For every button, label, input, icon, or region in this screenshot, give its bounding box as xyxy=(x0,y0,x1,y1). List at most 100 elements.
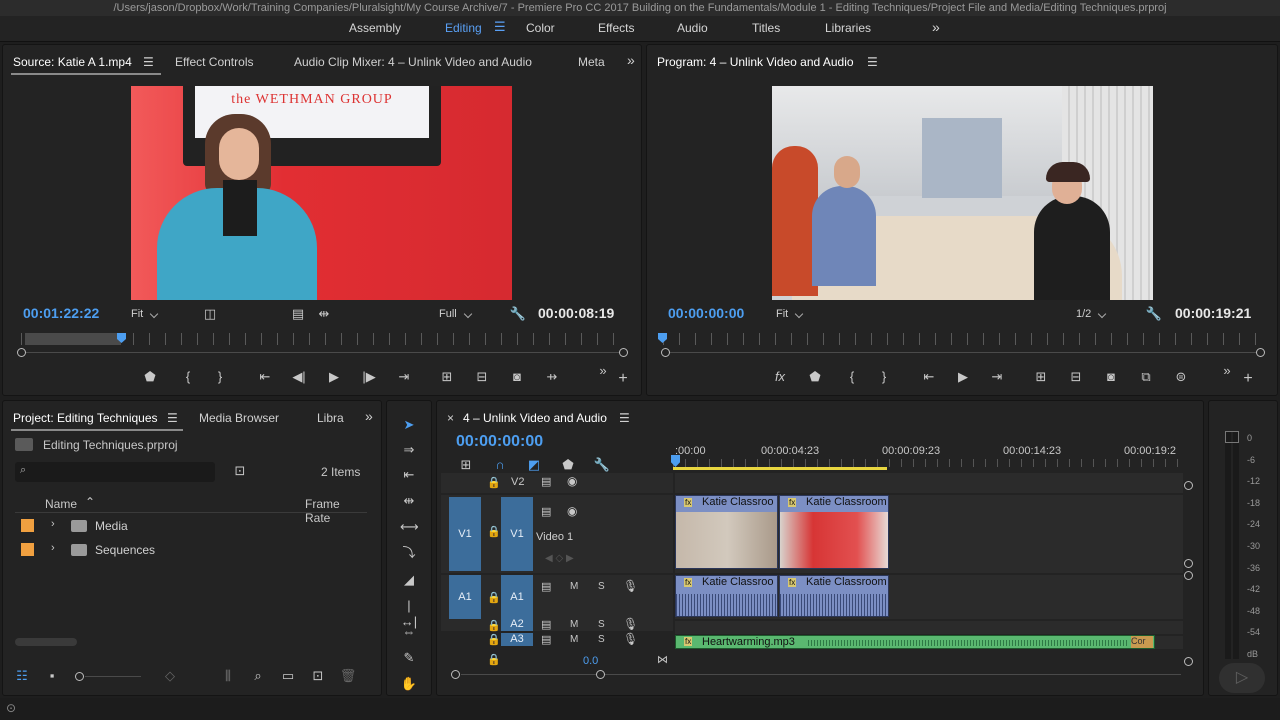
program-button-editor-plus-icon[interactable]: + xyxy=(1239,371,1257,387)
add-marker-icon[interactable]: ⬟ xyxy=(141,369,159,385)
disclosure-triangle-icon[interactable]: › xyxy=(51,518,55,530)
sort-icons-icon[interactable]: ◇ xyxy=(161,668,179,684)
program-resolution-dropdown[interactable]: 1/2 xyxy=(1076,308,1091,320)
timeline-current-timecode[interactable]: 00:00:00:00 xyxy=(456,433,543,451)
lock-icon[interactable]: 🔒 xyxy=(487,525,501,538)
toggle-output-eye-icon[interactable]: ◉ xyxy=(567,504,577,518)
tab-sequence[interactable]: 4 – Unlink Video and Audio xyxy=(463,411,607,425)
tab-metadata[interactable]: Meta xyxy=(578,55,605,69)
tab-source[interactable]: Source: Katie A 1.mp4 xyxy=(13,55,132,69)
timeline-zoom-bar[interactable] xyxy=(461,674,1181,675)
workspace-titles[interactable]: Titles xyxy=(752,21,780,35)
source-zoom-start-handle[interactable] xyxy=(17,348,26,357)
video-clip[interactable]: fx Katie Classroo xyxy=(675,495,778,569)
linked-selection-icon[interactable]: ◩ xyxy=(525,457,543,473)
timeline-close-icon[interactable]: × xyxy=(447,411,454,425)
track-area-a2[interactable] xyxy=(675,621,1183,634)
label-color-swatch[interactable] xyxy=(21,543,34,556)
go-to-in-icon[interactable]: ⇤ xyxy=(256,369,274,385)
project-tab-overflow-icon[interactable]: » xyxy=(365,408,373,424)
audio-clip[interactable]: fx Katie Classroom xyxy=(779,575,889,617)
program-zoom-start-handle[interactable] xyxy=(661,348,670,357)
rolling-edit-tool-icon[interactable]: ⇹ xyxy=(400,493,418,509)
fx-icon[interactable]: fx xyxy=(771,369,789,385)
source-video-frame[interactable]: the WETHMAN GROUP xyxy=(131,86,512,300)
project-horizontal-scrollbar[interactable] xyxy=(15,638,77,646)
safe-margins-icon[interactable]: ◫ xyxy=(201,306,219,322)
new-search-bin-icon[interactable]: ⊡ xyxy=(231,463,249,479)
tab-overflow-icon[interactable]: » xyxy=(627,52,635,68)
project-tab-menu-icon[interactable]: ☰ xyxy=(167,411,178,425)
extract-icon[interactable]: ⊟ xyxy=(1067,369,1085,385)
clip-indicator[interactable] xyxy=(1225,431,1239,443)
program-controls-overflow-icon[interactable]: » xyxy=(1218,363,1236,379)
voice-over-mic-icon[interactable]: 🎙 xyxy=(623,632,638,646)
automate-to-sequence-icon[interactable]: ⫼ xyxy=(219,668,237,684)
track-label-v2[interactable]: V2 xyxy=(511,476,524,488)
program-play-icon[interactable]: ▶ xyxy=(954,369,972,385)
audio-clip[interactable]: fx Katie Classroo xyxy=(675,575,778,617)
zoom-slider-track[interactable] xyxy=(85,676,141,677)
mark-out-icon[interactable]: } xyxy=(211,369,229,385)
source-resolution-dropdown[interactable]: Full xyxy=(439,308,457,320)
voice-over-mic-icon[interactable]: 🎙 xyxy=(623,617,638,631)
step-back-icon[interactable]: ◀| xyxy=(290,369,308,385)
sync-lock-icon[interactable]: ▤ xyxy=(541,475,551,488)
toggle-output-eye-icon[interactable]: ◉ xyxy=(567,474,577,488)
track-height-handle[interactable] xyxy=(1184,559,1193,568)
slide-tool-icon[interactable]: |↔| xyxy=(400,598,418,629)
controls-overflow-icon[interactable]: » xyxy=(594,363,612,379)
transition-badge[interactable]: Cor xyxy=(1131,636,1153,648)
work-area-bar[interactable] xyxy=(673,467,887,470)
source-patch-v1[interactable]: V1 xyxy=(449,497,481,571)
sync-lock-icon[interactable]: ▤ xyxy=(541,505,551,518)
go-to-edit-point-icon[interactable]: ⋈ xyxy=(657,653,668,666)
program-settings-wrench-icon[interactable]: 🔧 xyxy=(1145,306,1163,322)
timeline-settings-wrench-icon[interactable]: 🔧 xyxy=(593,457,611,473)
tab-media-browser[interactable]: Media Browser xyxy=(199,411,279,425)
tab-program[interactable]: Program: 4 – Unlink Video and Audio xyxy=(657,55,854,69)
lock-icon[interactable]: 🔒 xyxy=(487,591,501,604)
lift-icon[interactable]: ⊞ xyxy=(1032,369,1050,385)
new-bin-folder-icon[interactable]: ▭ xyxy=(279,668,297,684)
source-fit-dropdown[interactable]: Fit xyxy=(131,308,143,320)
selection-tool-icon[interactable]: ➤ xyxy=(400,417,418,433)
col-name[interactable]: Name xyxy=(45,497,77,511)
video-clip[interactable]: fx Katie Classroom xyxy=(779,495,889,569)
source-zoom-bar[interactable] xyxy=(25,352,625,353)
bin-name[interactable]: Sequences xyxy=(95,543,155,557)
pass-through-icon[interactable]: ⇸ xyxy=(543,369,561,385)
mute-button[interactable]: M xyxy=(570,619,578,630)
track-target-v1[interactable]: V1 xyxy=(501,497,533,571)
workspace-libraries[interactable]: Libraries xyxy=(825,21,871,35)
new-item-icon[interactable]: ⊡ xyxy=(309,668,327,684)
sync-lock-icon[interactable]: ▤ xyxy=(541,618,551,631)
solo-button[interactable]: S xyxy=(598,634,605,645)
mute-button[interactable]: M xyxy=(570,581,578,592)
program-fit-dropdown[interactable]: Fit xyxy=(776,308,788,320)
program-zoom-bar[interactable] xyxy=(667,352,1259,353)
list-view-icon[interactable]: ☷ xyxy=(13,668,31,684)
program-go-to-in-icon[interactable]: ⇤ xyxy=(920,369,938,385)
nest-or-individual-icon[interactable]: ⊞ xyxy=(457,457,475,473)
track-height-handle[interactable] xyxy=(1184,657,1193,666)
tab-libraries[interactable]: Libra xyxy=(317,411,344,425)
program-time-ruler[interactable] xyxy=(663,333,1261,345)
lock-icon[interactable]: 🔒 xyxy=(487,476,501,489)
tab-menu-icon[interactable]: ☰ xyxy=(143,55,154,69)
drag-video-icon[interactable]: ▤ xyxy=(289,306,307,322)
track-target-a3[interactable]: A3 xyxy=(501,633,533,646)
lock-icon[interactable]: 🔒 xyxy=(487,619,501,632)
label-color-swatch[interactable] xyxy=(21,519,34,532)
pen-tool-icon[interactable]: ⇔ xyxy=(400,624,418,640)
track-target-a2[interactable]: A2 xyxy=(501,618,533,631)
source-settings-wrench-icon[interactable]: 🔧 xyxy=(509,306,527,322)
zoom-slider-handle[interactable] xyxy=(75,672,84,681)
project-search-input[interactable]: ⌕ xyxy=(15,462,215,482)
slip-tool-icon[interactable]: ◢ xyxy=(400,572,418,588)
drag-audio-icon[interactable]: ⇹ xyxy=(315,306,333,322)
mark-in-icon[interactable]: { xyxy=(179,369,197,385)
workspace-color[interactable]: Color xyxy=(526,21,555,35)
list-item[interactable]: › Sequences xyxy=(15,539,367,561)
play-icon[interactable]: ▶ xyxy=(325,369,343,385)
